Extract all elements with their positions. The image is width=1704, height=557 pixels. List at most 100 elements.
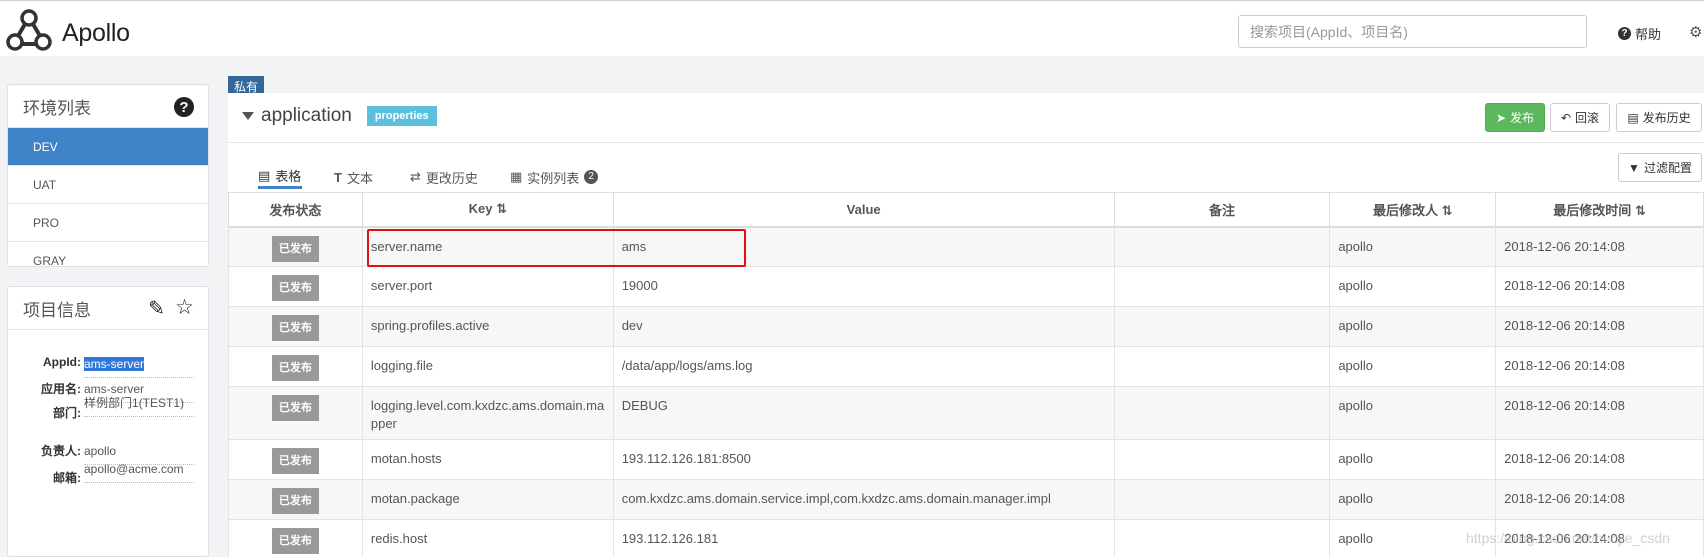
row-comment [1123,387,1322,397]
table-header-row: 发布状态 Key ⇅ Value 备注 最后修改人 ⇅ 最后修改时间 ⇅ [228,192,1704,228]
row-key: logging.file [370,358,434,373]
col-time-label: 最后修改时间 [1553,202,1632,218]
status-badge: 已发布 [271,528,319,554]
release-history-button[interactable]: ▤ 发布历史 [1616,103,1702,132]
row-time: 2018-12-06 20:14:08 [1504,451,1625,466]
row-modifier: apollo [1338,238,1374,254]
col-modifier[interactable]: 最后修改人 ⇅ [1329,192,1497,228]
sort-icon: ⇅ [496,201,507,217]
sort-icon: ⇅ [1441,202,1453,218]
status-badge: 已发布 [271,448,319,474]
row-value: dev [621,318,643,333]
row-time: 2018-12-06 20:14:08 [1504,491,1625,506]
env-item-dev[interactable]: DEV [8,128,208,166]
table-row[interactable]: 已发布 spring.profiles.active dev apollo 20… [228,306,1704,347]
calendar-icon: ▤ [1627,110,1639,125]
rollback-label: 回滚 [1575,111,1600,125]
help-link[interactable]: ? 帮助 [1618,24,1661,43]
row-key: redis.host [370,531,428,546]
format-badge: properties [366,106,437,126]
info-value-appid: ams-server [84,355,194,378]
row-value: 193.112.126.181:8500 [621,451,751,466]
publish-button[interactable]: ➤ 发布 [1485,103,1545,132]
row-time: 2018-12-06 20:14:08 [1504,398,1625,413]
status-badge: 已发布 [271,275,319,301]
apollo-logo-icon[interactable] [6,9,52,53]
row-comment [1123,347,1322,357]
env-item-uat[interactable]: UAT [8,166,208,204]
filter-label: 过滤配置 [1643,161,1692,175]
info-value: 样例部门1(TEST1) [84,394,194,417]
exchange-icon: ⇄ [410,169,421,184]
caret-down-icon[interactable] [242,112,254,120]
col-modifier-label: 最后修改人 [1372,202,1438,218]
table-row[interactable]: 已发布 server.port 19000 apollo 2018-12-06 … [228,266,1704,307]
col-time[interactable]: 最后修改时间 ⇅ [1495,192,1704,228]
table-row[interactable]: 已发布 logging.level.com.kxdzc.ams.domain.m… [228,386,1704,440]
info-key: 部门: [53,406,81,420]
row-comment [1123,307,1322,317]
status-badge: 已发布 [271,315,319,341]
tab-text[interactable]: T 文本 [334,165,373,189]
status-badge: 已发布 [271,235,319,262]
question-circle-icon: ? [1618,27,1631,40]
tab-label: 文本 [346,170,373,186]
row-modifier: apollo [1338,451,1374,466]
row-key: spring.profiles.active [370,318,490,333]
top-navbar: Apollo ? 帮助 ⚙ [0,0,1704,56]
tab-label: 实例列表 [527,170,580,186]
tab-table[interactable]: ▤ 表格 [258,165,302,189]
table-icon: ▤ [258,167,271,183]
row-value: DEBUG [621,398,668,413]
table-row[interactable]: 已发布 motan.package com.kxdzc.ams.domain.s… [228,479,1704,520]
row-time: 2018-12-06 20:14:08 [1504,278,1625,293]
filter-config-button[interactable]: ▼ 过滤配置 [1618,153,1702,182]
project-info-title: 项目信息 [23,300,91,320]
filter-icon: ▼ [1628,160,1640,175]
tab-instances[interactable]: ▦ 实例列表 2 [510,165,598,189]
env-item-gray[interactable]: GRAY [8,242,208,280]
highlight-box [367,229,746,267]
text-icon: T [334,169,342,185]
publish-label: 发布 [1510,111,1535,125]
sort-icon: ⇅ [1634,202,1646,218]
tab-change-history[interactable]: ⇄ 更改历史 [410,165,478,189]
star-icon[interactable]: ☆ [175,295,194,320]
status-badge: 已发布 [271,395,319,421]
row-comment [1123,440,1322,450]
row-comment [1123,228,1322,238]
instance-count-badge: 2 [584,170,598,184]
help-circle-icon[interactable]: ? [174,97,194,117]
row-key: motan.package [370,491,460,506]
row-comment [1123,480,1322,490]
table-row[interactable]: 已发布 logging.file /data/app/logs/ams.log … [228,346,1704,387]
col-status: 发布状态 [228,192,363,228]
gear-icon[interactable]: ⚙ [1689,23,1702,41]
edit-icon[interactable]: ✎ [148,296,165,321]
col-key[interactable]: Key ⇅ [361,192,614,228]
brand-name[interactable]: Apollo [62,19,130,48]
row-modifier: apollo [1338,491,1374,506]
env-item-pro[interactable]: PRO [8,204,208,242]
undo-icon: ↶ [1560,110,1572,125]
info-key: 负责人: [41,444,81,458]
namespace-title[interactable]: application properties [242,105,437,127]
env-list-panel: 环境列表 ? DEV UAT PRO GRAY [7,84,209,268]
row-modifier: apollo [1338,358,1374,373]
status-badge: 已发布 [271,488,319,514]
rollback-button[interactable]: ↶ 回滚 [1550,103,1610,132]
row-key: logging.level.com.kxdzc.ams.domain.mappe… [370,398,605,431]
status-badge: 已发布 [271,355,319,381]
row-modifier: apollo [1338,398,1374,413]
tab-label: 表格 [275,169,302,184]
table-row[interactable]: 已发布 motan.hosts 193.112.126.181:8500 apo… [228,439,1704,480]
info-key: 应用名: [41,382,81,396]
row-modifier: apollo [1338,318,1374,333]
row-time: 2018-12-06 20:14:08 [1504,358,1625,373]
search-input[interactable] [1238,15,1587,48]
row-comment [1123,267,1322,277]
namespace-tabs: ▤ 表格 T 文本 ⇄ 更改历史 ▦ 实例列表 2 ▼ 过滤配置 [228,143,1704,193]
env-list-title: 环境列表 [23,98,91,118]
help-label: 帮助 [1635,27,1662,42]
tab-label: 更改历史 [425,170,478,186]
